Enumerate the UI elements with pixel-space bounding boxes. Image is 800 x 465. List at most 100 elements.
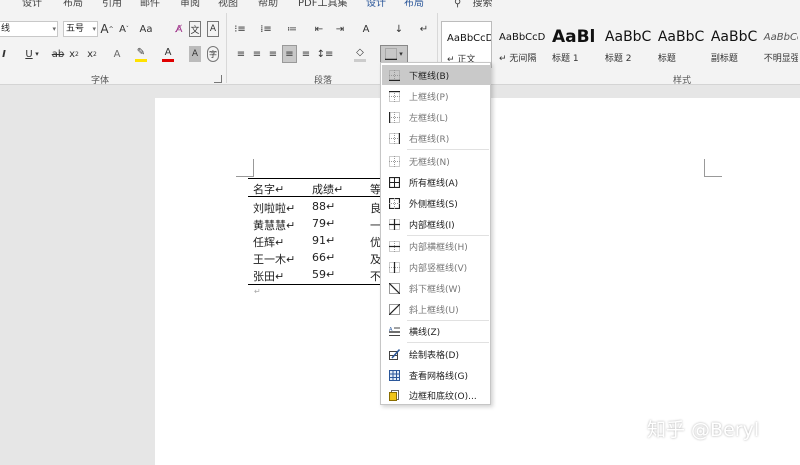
- tab-references[interactable]: 引用: [102, 0, 122, 9]
- chinese-layout-icon[interactable]: A: [360, 21, 372, 37]
- tab-design[interactable]: 设计: [22, 0, 42, 9]
- clear-format-icon[interactable]: A̸: [172, 21, 186, 37]
- search-box[interactable]: ⚲ 搜索: [454, 0, 493, 9]
- bullets-icon[interactable]: ⁝≡: [234, 21, 246, 37]
- table-cell[interactable]: 张田↵: [253, 268, 284, 284]
- strikethrough-icon[interactable]: ab: [50, 46, 66, 62]
- font-size-combo[interactable]: 五号 ▾: [63, 21, 98, 37]
- table-cell[interactable]: 59↵: [312, 268, 335, 281]
- menu-item-bottom-border[interactable]: 下框线(B): [382, 65, 491, 85]
- menu-item-view-gridlines[interactable]: 查看网格线(G): [382, 365, 491, 385]
- menu-item-label: 内部横框线(H): [409, 242, 468, 253]
- font-name-value: 线: [1, 24, 11, 34]
- italic-icon[interactable]: I: [0, 46, 8, 62]
- table-cell[interactable]: 66↵: [312, 251, 335, 264]
- table-cell[interactable]: 王一木↵: [253, 251, 295, 267]
- align-right-icon[interactable]: ≡: [267, 46, 279, 62]
- menu-item-inside-horizontal-border[interactable]: 内部横框线(H): [382, 236, 491, 256]
- style-subtitle[interactable]: AaBbC 副标题: [706, 21, 757, 68]
- table-header-score[interactable]: 成绩↵: [312, 181, 343, 197]
- chevron-down-icon[interactable]: ▾: [34, 46, 40, 62]
- style-name: 不明显强: [763, 54, 798, 64]
- table-cell[interactable]: 91↵: [312, 234, 335, 247]
- menu-item-inside-borders[interactable]: 内部框线(I): [382, 214, 491, 234]
- menu-item-borders-and-shading[interactable]: 边框和底纹(O)...: [382, 385, 491, 405]
- show-marks-icon[interactable]: ↵: [418, 21, 430, 37]
- sort-icon[interactable]: ↓: [393, 21, 405, 37]
- menu-item-inside-vertical-border[interactable]: 内部竖框线(V): [382, 257, 491, 277]
- char-border-icon[interactable]: A: [207, 21, 219, 37]
- font-dialog-launcher-icon[interactable]: [214, 75, 222, 83]
- inside-borders-icon: [389, 218, 400, 230]
- top-border-icon: [389, 90, 400, 102]
- tab-view[interactable]: 视图: [218, 0, 238, 9]
- char-shading-icon[interactable]: A: [189, 46, 201, 62]
- bottom-border-icon: [389, 69, 400, 81]
- increase-indent-icon[interactable]: ⇥: [334, 21, 346, 37]
- search-icon: ⚲: [454, 0, 462, 9]
- style-title[interactable]: AaBbC 标题: [653, 21, 704, 68]
- tab-table-layout[interactable]: 布局: [404, 0, 424, 9]
- table-cell[interactable]: 79↵: [312, 217, 335, 230]
- table-cell[interactable]: 黄慧慧↵: [253, 217, 295, 233]
- style-no-spacing[interactable]: AaBbCcD ↵ 无间隔: [494, 21, 545, 68]
- menu-item-top-border[interactable]: 上框线(P): [382, 86, 491, 106]
- shading-icon[interactable]: ◇: [354, 46, 366, 62]
- numbering-icon[interactable]: ⁞≡: [260, 21, 272, 37]
- text-effect-icon[interactable]: A: [110, 46, 124, 62]
- style-name: ↵ 无间隔: [499, 54, 537, 64]
- font-name-combo[interactable]: 线 ▾: [0, 21, 58, 37]
- tab-table-design[interactable]: 设计: [366, 0, 386, 9]
- tab-review[interactable]: 审阅: [180, 0, 200, 9]
- font-color-icon[interactable]: A: [162, 46, 174, 62]
- line-spacing-icon[interactable]: ↕≡: [317, 46, 334, 62]
- tab-pdf-tools[interactable]: PDF工具集: [298, 0, 347, 9]
- font-size-value: 五号: [66, 24, 85, 34]
- subscript-icon[interactable]: x2: [68, 46, 80, 62]
- menu-item-left-border[interactable]: 左框线(L): [382, 107, 491, 127]
- tab-mailings[interactable]: 邮件: [140, 0, 160, 9]
- tab-layout[interactable]: 布局: [63, 0, 83, 9]
- multilevel-list-icon[interactable]: ≔: [286, 21, 298, 37]
- menu-item-outside-borders[interactable]: 外侧框线(S): [382, 193, 491, 213]
- menu-item-no-border[interactable]: 无框线(N): [382, 151, 491, 171]
- menu-item-diagonal-down-border[interactable]: 斜下框线(W): [382, 278, 491, 298]
- justify-icon[interactable]: ≡: [282, 45, 297, 63]
- superscript-icon[interactable]: x2: [86, 46, 98, 62]
- menu-item-label: 斜下框线(W): [409, 284, 461, 295]
- table-header-name[interactable]: 名字↵: [253, 181, 284, 197]
- style-preview: AaBbCcD: [763, 32, 798, 43]
- menu-item-label: 内部竖框线(V): [409, 263, 468, 274]
- style-heading-1[interactable]: AaBl 标题 1: [547, 21, 598, 68]
- menu-item-label: 绘制表格(D): [409, 350, 459, 361]
- inside-horizontal-border-icon: [389, 240, 400, 252]
- menu-item-diagonal-up-border[interactable]: 斜上框线(U): [382, 299, 491, 319]
- phonetic-guide-icon[interactable]: 文: [189, 21, 201, 37]
- style-preview: AaBbCcD: [447, 33, 492, 44]
- search-label: 搜索: [472, 0, 493, 9]
- menu-item-right-border[interactable]: 右框线(R): [382, 128, 491, 148]
- underline-icon[interactable]: U: [24, 46, 34, 62]
- case-icon[interactable]: Aa: [140, 21, 153, 37]
- enclose-char-icon[interactable]: 字: [207, 46, 219, 62]
- table-cell[interactable]: 刘啦啦↵: [253, 200, 295, 216]
- menu-item-horizontal-line[interactable]: A 横线(Z): [382, 321, 491, 341]
- align-left-icon[interactable]: ≡: [235, 46, 247, 62]
- style-heading-2[interactable]: AaBbC 标题 2: [600, 21, 651, 68]
- table-cell[interactable]: 88↵: [312, 200, 335, 213]
- highlight-icon[interactable]: ✎: [135, 46, 147, 62]
- grow-font-icon[interactable]: A ^: [100, 21, 113, 37]
- menu-item-all-borders[interactable]: 所有框线(A): [382, 172, 491, 192]
- align-center-icon[interactable]: ≡: [251, 46, 263, 62]
- shrink-font-icon[interactable]: Aˇ: [118, 21, 130, 37]
- menu-item-draw-table[interactable]: 绘制表格(D): [382, 344, 491, 364]
- all-borders-icon: [389, 176, 400, 188]
- table-cell[interactable]: 任辉↵: [253, 234, 284, 250]
- style-subtle-emphasis[interactable]: AaBbCcD 不明显强: [759, 21, 798, 68]
- tab-help[interactable]: 帮助: [258, 0, 278, 9]
- horizontal-line-icon: A: [389, 327, 400, 336]
- borders-button[interactable]: ▾: [380, 45, 408, 63]
- distributed-icon[interactable]: ≡: [300, 46, 312, 62]
- style-normal[interactable]: AaBbCcD ↵ 正文: [441, 21, 492, 68]
- decrease-indent-icon[interactable]: ⇤: [313, 21, 325, 37]
